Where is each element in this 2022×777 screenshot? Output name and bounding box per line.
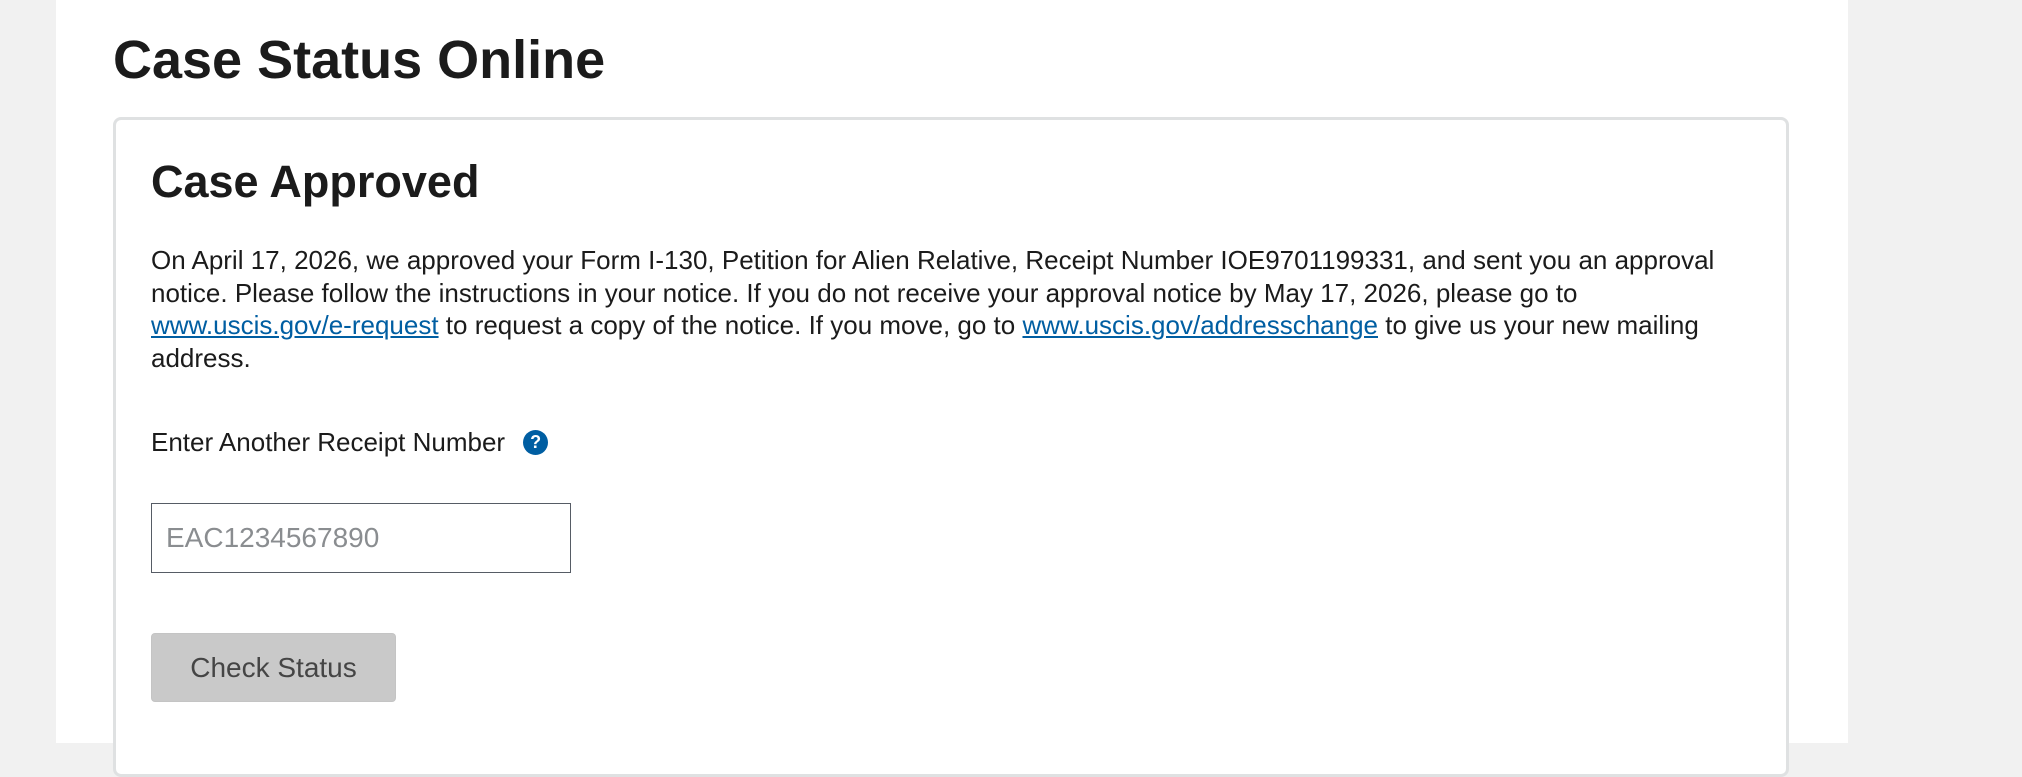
address-change-link[interactable]: www.uscis.gov/addresschange — [1022, 310, 1378, 340]
receipt-number-label: Enter Another Receipt Number ? — [151, 425, 549, 459]
question-circle-icon[interactable]: ? — [523, 429, 549, 455]
receipt-number-label-text: Enter Another Receipt Number — [151, 427, 506, 457]
e-request-link[interactable]: www.uscis.gov/e-request — [151, 310, 439, 340]
case-description-text: to request a copy of the notice. If you … — [438, 310, 1023, 340]
case-description-text: On April 17, 2026, we approved your Form… — [151, 245, 1715, 308]
case-status-heading: Case Approved — [151, 156, 480, 207]
check-status-button[interactable]: Check Status — [151, 633, 396, 702]
page-title: Case Status Online — [113, 30, 606, 90]
main-content: Case Status Online Case Approved On Apri… — [56, 0, 1848, 777]
receipt-number-input[interactable] — [151, 503, 571, 573]
case-status-card: Case Approved On April 17, 2026, we appr… — [113, 117, 1789, 777]
case-status-description: On April 17, 2026, we approved your Form… — [151, 244, 1751, 374]
